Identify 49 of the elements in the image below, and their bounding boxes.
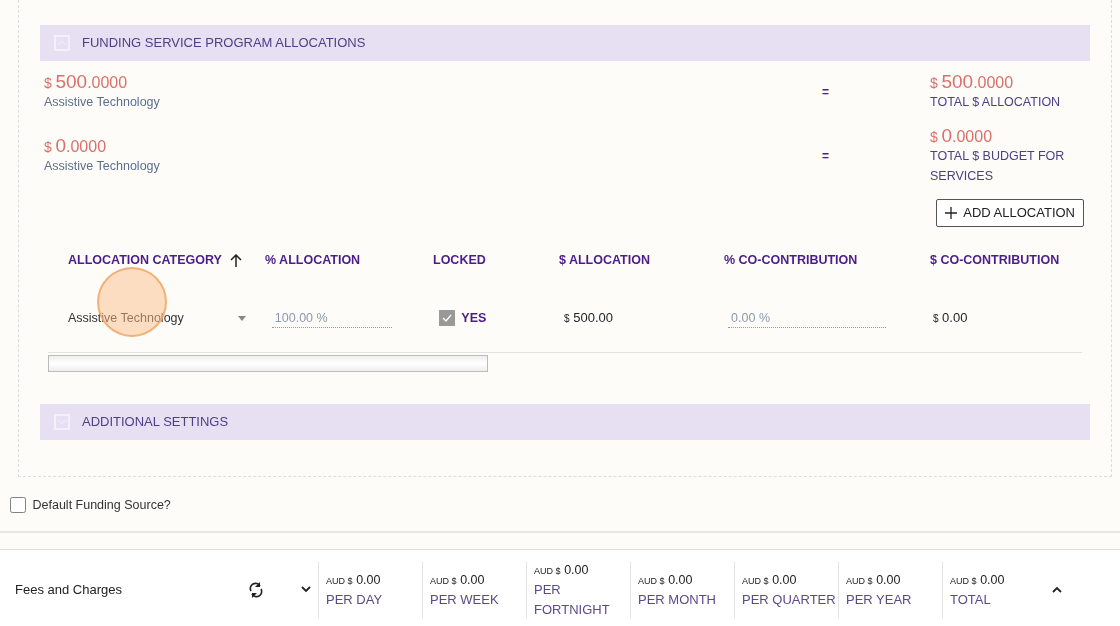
period-label: PER QUARTER <box>742 590 837 609</box>
horizontal-scrollbar[interactable] <box>48 354 488 372</box>
total-amount: $ 500.0000 <box>930 71 1015 93</box>
period-amount: AUD $ 0.00 <box>846 571 902 589</box>
chevron-down-icon[interactable] <box>301 586 311 594</box>
period-label: PER DAY <box>326 590 384 609</box>
equals-sign: = <box>822 149 829 163</box>
caret-icon <box>238 315 246 321</box>
period-amount: AUD $ 0.00 <box>950 571 1006 589</box>
section-title: FUNDING SERVICE PROGRAM ALLOCATIONS <box>82 34 366 53</box>
period-amount: AUD $ 0.00 <box>534 561 590 579</box>
column-header[interactable]: ALLOCATION CATEGORY <box>68 251 222 270</box>
refresh-icon[interactable] <box>248 580 264 599</box>
amount-value: $ 500.0000 <box>44 72 129 94</box>
period-amount: AUD $ 0.00 <box>326 571 382 589</box>
section-header[interactable]: FUNDING SERVICE PROGRAM ALLOCATIONS <box>40 25 1090 61</box>
column-header[interactable]: LOCKED <box>433 251 486 270</box>
add-allocation-button[interactable]: ADD ALLOCATION <box>936 199 1084 227</box>
equals-sign: = <box>822 85 829 99</box>
amount-cell: $ 500.00 <box>564 310 614 326</box>
column-header[interactable]: $ ALLOCATION <box>559 251 650 270</box>
locked-value: YES <box>461 309 487 327</box>
category-label: Assistive Technology <box>44 158 161 176</box>
total-amount: $ 0.0000 <box>930 125 994 147</box>
column-header[interactable]: % ALLOCATION <box>265 251 361 270</box>
section-title: ADDITIONAL SETTINGS <box>82 412 229 431</box>
checkbox[interactable] <box>10 497 26 514</box>
period-label: TOTAL <box>950 590 992 609</box>
amount-value: $ 0.0000 <box>44 136 108 158</box>
column-header[interactable]: $ CO-CONTRIBUTION <box>930 251 1060 270</box>
period-amount: AUD $ 0.00 <box>430 571 486 589</box>
sort-arrow-icon[interactable] <box>229 254 242 267</box>
amount-cell: $ 0.00 <box>932 310 968 326</box>
period-label: PER WEEK <box>430 590 500 609</box>
checkbox[interactable] <box>438 310 455 326</box>
plus-icon <box>945 206 958 219</box>
period-amount: AUD $ 0.00 <box>742 571 798 589</box>
period-label: PER YEAR <box>846 590 913 609</box>
section-header[interactable]: ADDITIONAL SETTINGS <box>40 403 1090 440</box>
fees-title: Fees and Charges <box>14 581 123 599</box>
period-amount: AUD $ 0.00 <box>638 571 694 589</box>
chevron-up-icon[interactable] <box>1052 586 1062 594</box>
total-label: TOTAL $ BUDGET FOR SERVICES <box>930 148 1066 186</box>
total-label: TOTAL $ ALLOCATION <box>930 94 1062 112</box>
period-label: PER MONTH <box>638 590 717 609</box>
checkbox-label: Default Funding Source? <box>32 497 171 514</box>
column-header[interactable]: % CO-CONTRIBUTION <box>724 251 858 270</box>
category-label: Assistive Technology <box>44 94 161 112</box>
period-label: PER FORTNIGHT <box>534 580 611 619</box>
